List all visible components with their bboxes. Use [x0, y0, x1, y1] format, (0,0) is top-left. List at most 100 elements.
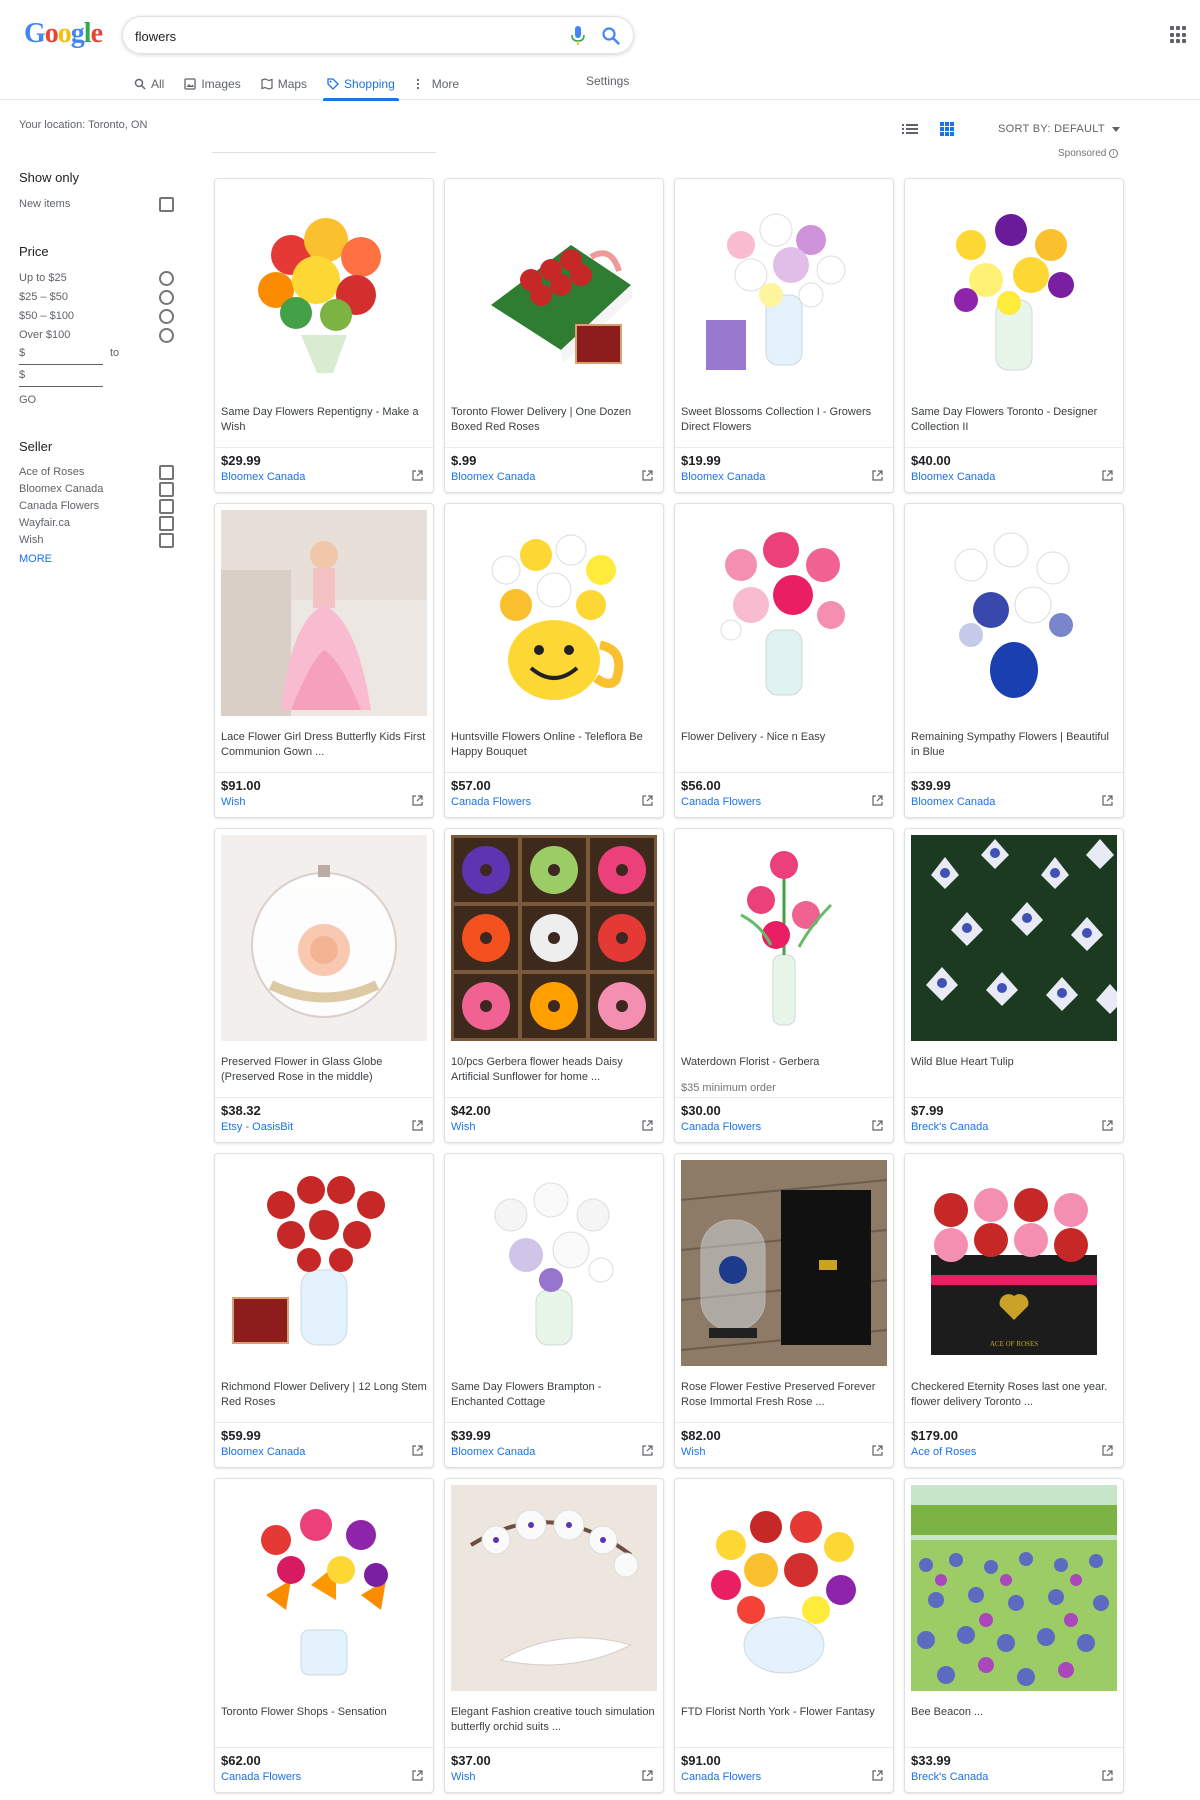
price-option[interactable]: Over $100: [19, 326, 179, 345]
go-button[interactable]: GO: [19, 389, 179, 411]
google-logo[interactable]: Google: [24, 18, 103, 50]
tab-all[interactable]: All: [134, 74, 164, 100]
product-image[interactable]: [911, 510, 1117, 716]
product-card[interactable]: Lace Flower Girl Dress Butterfly Kids Fi…: [214, 503, 434, 818]
product-title[interactable]: Wild Blue Heart Tulip: [911, 1055, 1117, 1070]
open-external-icon[interactable]: [872, 470, 883, 481]
product-seller-link[interactable]: Bloomex Canada: [681, 471, 765, 483]
open-external-icon[interactable]: [642, 1120, 653, 1131]
filter-seller[interactable]: Wayfair.ca: [19, 515, 179, 532]
product-seller-link[interactable]: Bloomex Canada: [221, 471, 305, 483]
open-external-icon[interactable]: [412, 795, 423, 806]
product-seller-link[interactable]: Etsy - OasisBit: [221, 1121, 293, 1133]
checkbox[interactable]: [159, 197, 174, 212]
product-title[interactable]: Same Day Flowers Repentigny - Make a Wis…: [221, 405, 427, 435]
product-seller-link[interactable]: Canada Flowers: [681, 1771, 761, 1783]
max-price-field[interactable]: $: [19, 367, 179, 389]
open-external-icon[interactable]: [412, 1445, 423, 1456]
product-card[interactable]: Huntsville Flowers Online - Teleflora Be…: [444, 503, 664, 818]
open-external-icon[interactable]: [412, 470, 423, 481]
open-external-icon[interactable]: [642, 1445, 653, 1456]
product-title[interactable]: FTD Florist North York - Flower Fantasy: [681, 1705, 887, 1720]
checkbox[interactable]: [159, 499, 174, 514]
sort-dropdown[interactable]: SORT BY: DEFAULT: [998, 123, 1120, 135]
open-external-icon[interactable]: [412, 1120, 423, 1131]
open-external-icon[interactable]: [1102, 795, 1113, 806]
product-seller-link[interactable]: Bloomex Canada: [451, 471, 535, 483]
product-seller-link[interactable]: Canada Flowers: [681, 796, 761, 808]
price-option[interactable]: Up to $25: [19, 269, 179, 288]
product-seller-link[interactable]: Bloomex Canada: [911, 796, 995, 808]
product-title[interactable]: Toronto Flower Shops - Sensation: [221, 1705, 427, 1720]
list-view-icon[interactable]: [902, 123, 918, 135]
open-external-icon[interactable]: [872, 1445, 883, 1456]
product-title[interactable]: Toronto Flower Delivery | One Dozen Boxe…: [451, 405, 657, 435]
product-title[interactable]: Richmond Flower Delivery | 12 Long Stem …: [221, 1380, 427, 1410]
product-card[interactable]: Preserved Flower in Glass Globe (Preserv…: [214, 828, 434, 1143]
product-card[interactable]: Bee Beacon ... $33.99 Breck's Canada: [904, 1478, 1124, 1793]
filter-seller[interactable]: Ace of Roses: [19, 464, 179, 481]
product-seller-link[interactable]: Ace of Roses: [911, 1446, 976, 1458]
product-seller-link[interactable]: Wish: [681, 1446, 705, 1458]
product-title[interactable]: Huntsville Flowers Online - Teleflora Be…: [451, 730, 657, 760]
product-image[interactable]: [221, 1160, 427, 1366]
product-card[interactable]: ACE OF ROSES Checkered Eternity Roses las…: [904, 1153, 1124, 1468]
product-image[interactable]: [451, 185, 657, 391]
open-external-icon[interactable]: [642, 470, 653, 481]
product-title[interactable]: 10/pcs Gerbera flower heads Daisy Artifi…: [451, 1055, 657, 1085]
product-seller-link[interactable]: Bloomex Canada: [221, 1446, 305, 1458]
product-image[interactable]: [911, 185, 1117, 391]
product-image[interactable]: [451, 1485, 657, 1691]
tab-shopping[interactable]: Shopping: [323, 74, 399, 101]
sponsored-label[interactable]: Sponsored i: [1058, 148, 1119, 159]
product-title[interactable]: Same Day Flowers Brampton - Enchanted Co…: [451, 1380, 657, 1410]
product-image[interactable]: [221, 185, 427, 391]
product-title[interactable]: Flower Delivery - Nice n Easy: [681, 730, 887, 745]
product-card[interactable]: Same Day Flowers Toronto - Designer Coll…: [904, 178, 1124, 493]
radio-button[interactable]: [159, 328, 174, 343]
product-title[interactable]: Lace Flower Girl Dress Butterfly Kids Fi…: [221, 730, 427, 760]
product-seller-link[interactable]: Wish: [451, 1121, 475, 1133]
open-external-icon[interactable]: [872, 1120, 883, 1131]
grid-view-icon[interactable]: [940, 122, 954, 136]
price-option[interactable]: $50 – $100: [19, 307, 179, 326]
product-seller-link[interactable]: Breck's Canada: [911, 1771, 988, 1783]
product-card[interactable]: Richmond Flower Delivery | 12 Long Stem …: [214, 1153, 434, 1468]
checkbox[interactable]: [159, 516, 174, 531]
radio-button[interactable]: [159, 309, 174, 324]
product-card[interactable]: 10/pcs Gerbera flower heads Daisy Artifi…: [444, 828, 664, 1143]
filter-seller[interactable]: Canada Flowers: [19, 498, 179, 515]
checkbox[interactable]: [159, 482, 174, 497]
product-card[interactable]: Elegant Fashion creative touch simulatio…: [444, 1478, 664, 1793]
product-card[interactable]: FTD Florist North York - Flower Fantasy $…: [674, 1478, 894, 1793]
open-external-icon[interactable]: [642, 795, 653, 806]
open-external-icon[interactable]: [872, 795, 883, 806]
product-seller-link[interactable]: Bloomex Canada: [451, 1446, 535, 1458]
mic-icon[interactable]: [571, 26, 585, 46]
product-card[interactable]: Toronto Flower Shops - Sensation $62.00 Ca…: [214, 1478, 434, 1793]
tab-maps[interactable]: Maps: [261, 74, 307, 100]
product-card[interactable]: Waterdown Florist - Gerbera $35 minimum o…: [674, 828, 894, 1143]
search-input[interactable]: [135, 26, 555, 46]
product-image[interactable]: [681, 510, 887, 716]
open-external-icon[interactable]: [412, 1770, 423, 1781]
product-seller-link[interactable]: Breck's Canada: [911, 1121, 988, 1133]
product-card[interactable]: Toronto Flower Delivery | One Dozen Boxe…: [444, 178, 664, 493]
tab-images[interactable]: Images: [184, 74, 241, 100]
product-card[interactable]: Same Day Flowers Repentigny - Make a Wis…: [214, 178, 434, 493]
product-title[interactable]: Rose Flower Festive Preserved Forever Ro…: [681, 1380, 887, 1410]
open-external-icon[interactable]: [1102, 1445, 1113, 1456]
checkbox[interactable]: [159, 533, 174, 548]
price-option[interactable]: $25 – $50: [19, 288, 179, 307]
product-title[interactable]: Elegant Fashion creative touch simulatio…: [451, 1705, 657, 1735]
product-title[interactable]: Bee Beacon ...: [911, 1705, 1117, 1720]
product-seller-link[interactable]: Bloomex Canada: [911, 471, 995, 483]
settings-link[interactable]: Settings: [586, 74, 629, 88]
product-seller-link[interactable]: Wish: [221, 796, 245, 808]
product-image[interactable]: [681, 1160, 887, 1366]
product-image[interactable]: [451, 835, 657, 1041]
product-card[interactable]: Rose Flower Festive Preserved Forever Ro…: [674, 1153, 894, 1468]
product-image[interactable]: ACE OF ROSES: [911, 1160, 1117, 1366]
product-seller-link[interactable]: Canada Flowers: [681, 1121, 761, 1133]
radio-button[interactable]: [159, 290, 174, 305]
